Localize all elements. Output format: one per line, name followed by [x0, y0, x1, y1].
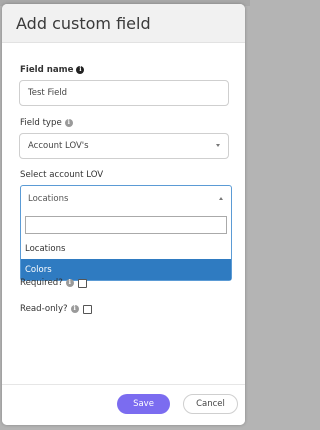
- modal-footer: Save Cancel: [2, 384, 245, 425]
- field-name-value: Test Field: [28, 88, 68, 98]
- account-lov-dropdown[interactable]: Locations Locations Colors: [20, 185, 232, 281]
- save-button[interactable]: Save: [117, 394, 170, 414]
- read-only-label: Read-only?: [20, 304, 68, 314]
- account-lov-selected[interactable]: Locations: [21, 186, 231, 212]
- dropdown-option-locations[interactable]: Locations: [21, 238, 231, 259]
- info-icon[interactable]: i: [64, 119, 73, 127]
- read-only-group: Read-only? i: [20, 304, 92, 314]
- info-icon[interactable]: i: [76, 66, 85, 74]
- info-icon[interactable]: i: [70, 305, 79, 313]
- dropdown-option-colors[interactable]: Colors: [21, 259, 231, 280]
- account-lov-selected-value: Locations: [28, 194, 69, 204]
- chevron-down-icon: [216, 144, 220, 147]
- account-lov-label-group: Select account LOV: [20, 170, 103, 180]
- field-name-label: Field name: [20, 65, 74, 75]
- chevron-up-icon: [219, 197, 223, 200]
- field-type-label-group: Field type i: [20, 118, 73, 128]
- account-lov-search-input[interactable]: [25, 216, 227, 234]
- info-icon[interactable]: i: [65, 279, 74, 287]
- field-type-value: Account LOV's: [28, 141, 89, 151]
- required-checkbox[interactable]: [77, 278, 87, 288]
- modal-header: Add custom field: [2, 4, 245, 43]
- field-type-label: Field type: [20, 118, 62, 128]
- read-only-checkbox[interactable]: [82, 304, 92, 314]
- modal-title: Add custom field: [16, 13, 151, 33]
- dropdown-option-label: Colors: [25, 264, 52, 275]
- add-custom-field-modal: Add custom field Field name i Test Field…: [2, 4, 245, 425]
- required-label: Required?: [20, 278, 63, 288]
- account-lov-label: Select account LOV: [20, 170, 104, 180]
- field-name-input[interactable]: Test Field: [19, 80, 229, 106]
- cancel-button[interactable]: Cancel: [183, 394, 238, 414]
- field-type-select[interactable]: Account LOV's: [19, 133, 229, 159]
- required-group: Required? i: [20, 278, 87, 288]
- field-name-label-group: Field name i: [20, 65, 85, 75]
- dropdown-option-label: Locations: [25, 243, 66, 254]
